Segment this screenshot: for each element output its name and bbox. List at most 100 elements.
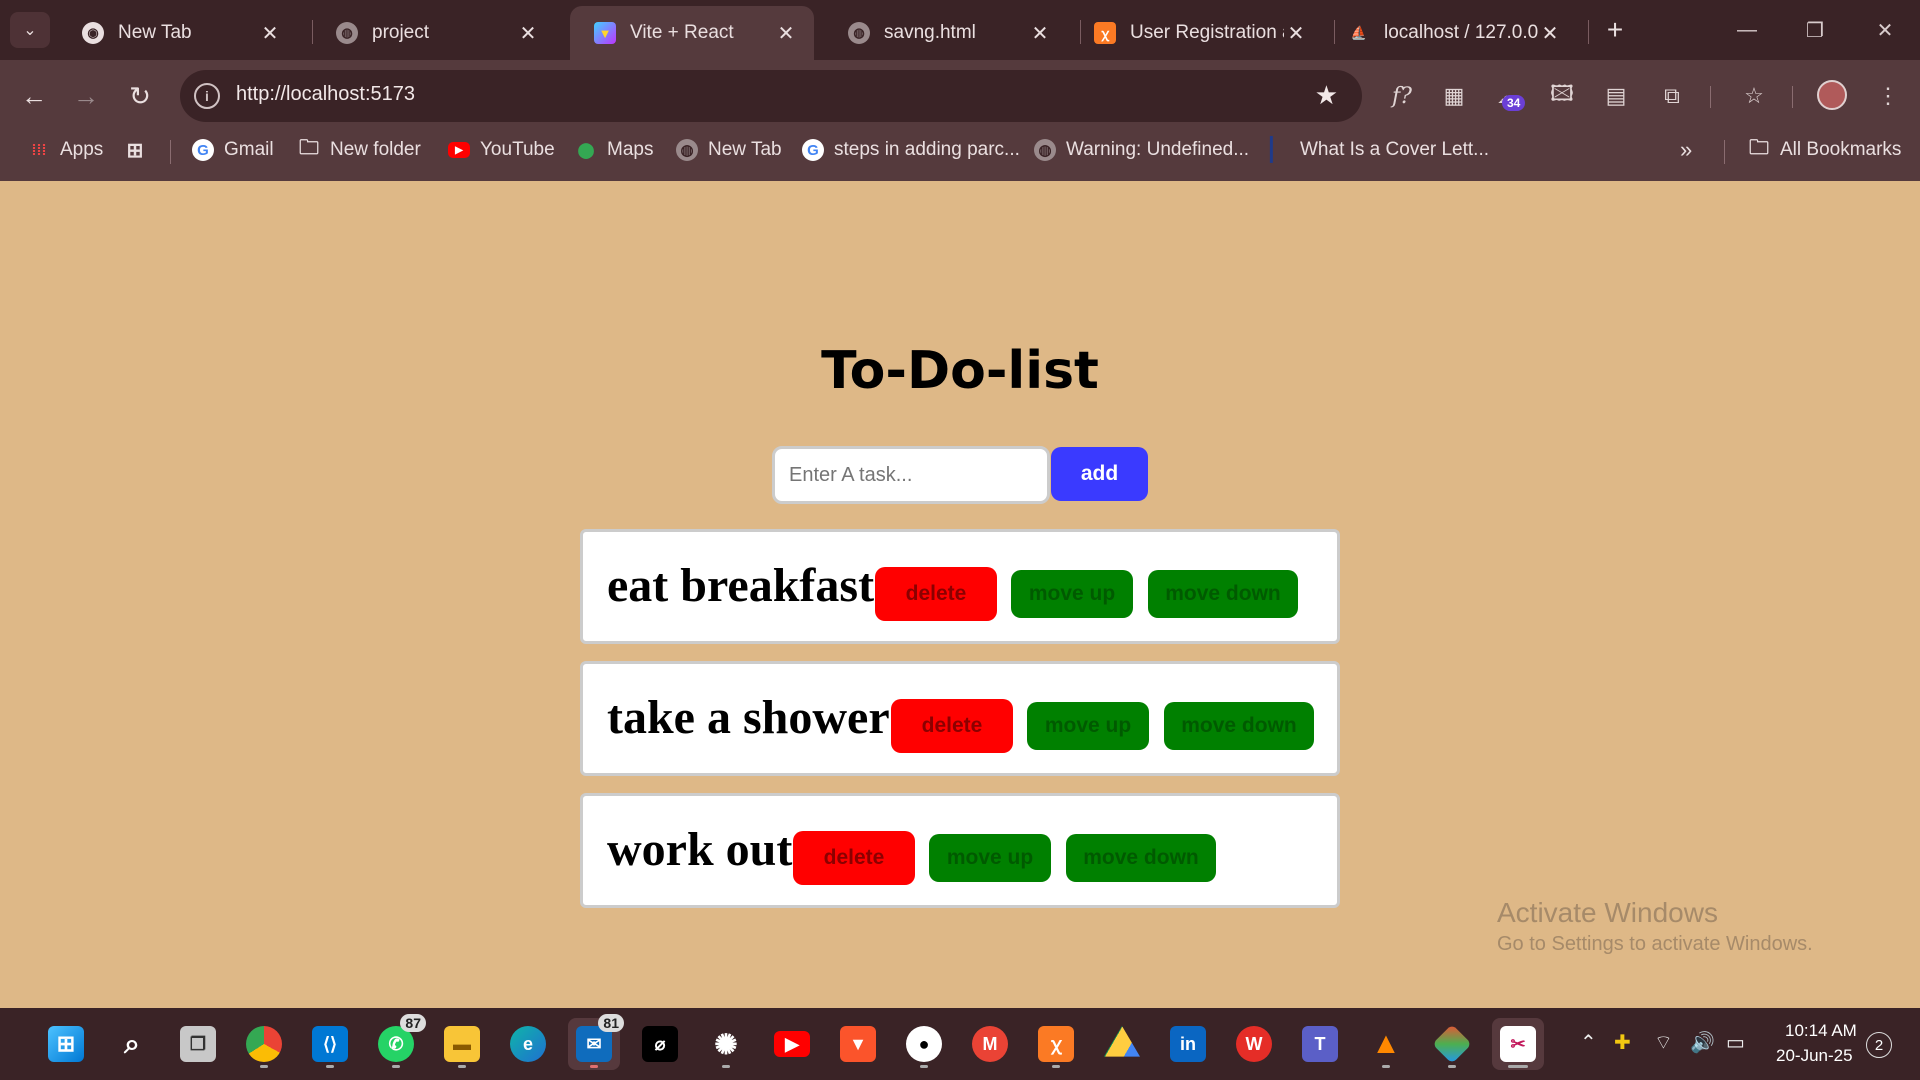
tab-search-button[interactable]: ⌄: [10, 12, 50, 48]
bookmark-youtube[interactable]: ▶ YouTube: [448, 132, 555, 168]
taskbar-xampp[interactable]: ꭓ: [1030, 1018, 1082, 1070]
forward-button[interactable]: →: [66, 76, 106, 116]
close-window-button[interactable]: ✕: [1862, 12, 1908, 48]
tab-project[interactable]: ◍ project ✕: [312, 10, 556, 56]
all-bookmarks-button[interactable]: 🗀 All Bookmarks: [1748, 132, 1901, 168]
edge-icon: e: [510, 1026, 546, 1062]
close-icon[interactable]: ✕: [1538, 21, 1562, 46]
delete-button[interactable]: delete: [793, 831, 915, 885]
tab-savng[interactable]: ◍ savng.html ✕: [824, 10, 1068, 56]
brave-icon: ▼: [840, 1026, 876, 1062]
start-button[interactable]: ⊞: [40, 1018, 92, 1070]
bookmark-warning-undefined[interactable]: ◍ Warning: Undefined...: [1034, 132, 1249, 168]
task-view-button[interactable]: ❐: [172, 1018, 224, 1070]
taskbar-github[interactable]: ●: [898, 1018, 950, 1070]
bookmark-new-tab[interactable]: ◍ New Tab: [676, 132, 782, 168]
reload-button[interactable]: ↻: [120, 76, 160, 116]
taskbar-snipping-tool[interactable]: ✂: [1492, 1018, 1544, 1070]
taskbar-outlook[interactable]: ✉ 81: [568, 1014, 624, 1070]
search-button[interactable]: ⌕: [106, 1018, 158, 1070]
move-down-button[interactable]: move down: [1148, 570, 1298, 618]
close-icon[interactable]: ✕: [258, 21, 282, 46]
wifi-icon[interactable]: ⌔: [1654, 1030, 1673, 1055]
tab-bar: ⌄ ◉ New Tab ✕ ◍ project ✕ ▼ Vite + React…: [0, 0, 1920, 60]
address-bar[interactable]: i http://localhost:5173 ★: [180, 70, 1362, 122]
taskbar-cursor[interactable]: ⌀: [634, 1018, 686, 1070]
extensions-puzzle-icon[interactable]: ⧉: [1654, 78, 1690, 114]
taskbar-google-drive[interactable]: [1096, 1018, 1148, 1070]
minimize-button[interactable]: —: [1724, 12, 1770, 48]
close-icon[interactable]: ✕: [1284, 21, 1308, 46]
add-button[interactable]: add: [1051, 447, 1148, 501]
task-view-icon: ❐: [180, 1026, 216, 1062]
taskbar-linkedin[interactable]: in: [1162, 1018, 1214, 1070]
move-up-button[interactable]: move up: [1027, 702, 1149, 750]
profile-avatar[interactable]: [1817, 80, 1847, 110]
bookmark-star-icon[interactable]: ★: [1315, 80, 1338, 111]
image-icon[interactable]: 🖾: [1544, 78, 1580, 114]
bookmark-label: Apps: [60, 139, 104, 160]
bookmark-maps[interactable]: ⬤ Maps: [575, 132, 654, 168]
clock-time[interactable]: 10:14 AM: [1785, 1021, 1857, 1041]
folder-icon: 🗀: [1749, 137, 1769, 159]
move-down-button[interactable]: move down: [1066, 834, 1216, 882]
delete-button[interactable]: delete: [891, 699, 1013, 753]
bookmark-cover-letter[interactable]: ▏ What Is a Cover Lett...: [1268, 132, 1490, 168]
menu-kebab-icon[interactable]: ⋮: [1870, 78, 1906, 114]
taskbar-chrome[interactable]: [238, 1018, 290, 1070]
bookmark-gmail[interactable]: G Gmail: [192, 132, 274, 168]
windows-taskbar: ⊞ ⌕ ❐ ⟨⟩ ✆ 87 ▬ e ✉ 81 ⌀ ✺ ▶ ▼ ● M ꭓ in …: [0, 1008, 1920, 1080]
back-button[interactable]: ←: [14, 76, 54, 116]
taskbar-whatsapp[interactable]: ✆ 87: [370, 1014, 426, 1070]
taskbar-vlc[interactable]: ▲: [1360, 1018, 1412, 1070]
task-input[interactable]: [772, 446, 1050, 504]
youtube-icon: ▶: [774, 1031, 810, 1057]
more-bookmarks-button[interactable]: »: [1680, 132, 1692, 168]
site-info-icon[interactable]: i: [194, 83, 220, 109]
tab-localhost-phpmyadmin[interactable]: ⛵ localhost / 127.0.0. ✕: [1324, 10, 1578, 56]
toolbar-divider: [1792, 86, 1793, 108]
taskbar-file-explorer[interactable]: ▬: [436, 1018, 488, 1070]
taskbar-edge[interactable]: e: [502, 1018, 554, 1070]
font-finder-icon[interactable]: f?: [1384, 78, 1420, 114]
taskbar-chatgpt[interactable]: ✺: [700, 1018, 752, 1070]
taskbar-wps[interactable]: W: [1228, 1018, 1280, 1070]
taskbar-teams[interactable]: T: [1294, 1018, 1346, 1070]
close-icon[interactable]: ✕: [516, 21, 540, 46]
tab-user-registration[interactable]: ꭓ User Registration a ✕: [1070, 10, 1324, 56]
tab-new-tab[interactable]: ◉ New Tab ✕: [58, 10, 298, 56]
tray-app-icon[interactable]: ✚: [1614, 1030, 1631, 1055]
new-tab-button[interactable]: +: [1597, 12, 1633, 48]
git-icon: [1432, 1024, 1472, 1064]
bookmark-new-folder[interactable]: 🗀 New folder: [298, 132, 421, 168]
close-icon[interactable]: ✕: [774, 21, 798, 46]
color-picker-icon[interactable]: ▦: [1436, 78, 1472, 114]
move-up-button[interactable]: move up: [1011, 570, 1133, 618]
note-icon[interactable]: ▤: [1598, 78, 1634, 114]
move-down-button[interactable]: move down: [1164, 702, 1314, 750]
close-icon[interactable]: ✕: [1028, 21, 1052, 46]
bookmark-steps-parcel[interactable]: G steps in adding parc...: [802, 132, 1020, 168]
bookmark-apps[interactable]: ⁞⁞⁞ Apps: [28, 132, 104, 168]
taskbar-git[interactable]: [1426, 1018, 1478, 1070]
reading-list-icon[interactable]: ☆: [1736, 78, 1772, 114]
teams-icon: T: [1302, 1026, 1338, 1062]
apps-grid-icon: ⁞⁞⁞: [31, 141, 47, 159]
taskbar-gmail[interactable]: M: [964, 1018, 1016, 1070]
battery-icon[interactable]: ▭: [1726, 1030, 1745, 1055]
task-item: take a shower delete move up move down: [580, 661, 1340, 776]
notification-count[interactable]: 2: [1866, 1032, 1892, 1058]
restore-button[interactable]: ❐: [1792, 12, 1838, 48]
bookmark-tab-groups[interactable]: ⊞: [124, 132, 156, 168]
taskbar-youtube[interactable]: ▶: [766, 1018, 818, 1070]
globe-icon: ◍: [676, 139, 698, 161]
taskbar-brave[interactable]: ▼: [832, 1018, 884, 1070]
delete-button[interactable]: delete: [875, 567, 997, 621]
move-up-button[interactable]: move up: [929, 834, 1051, 882]
clock-date[interactable]: 20-Jun-25: [1776, 1046, 1853, 1066]
chevron-up-icon[interactable]: ⌃: [1580, 1030, 1597, 1055]
taskbar-vscode[interactable]: ⟨⟩: [304, 1018, 356, 1070]
tab-vite-react[interactable]: ▼ Vite + React ✕: [570, 6, 814, 60]
bookmark-divider: [170, 140, 171, 164]
volume-icon[interactable]: 🔊: [1690, 1030, 1715, 1055]
